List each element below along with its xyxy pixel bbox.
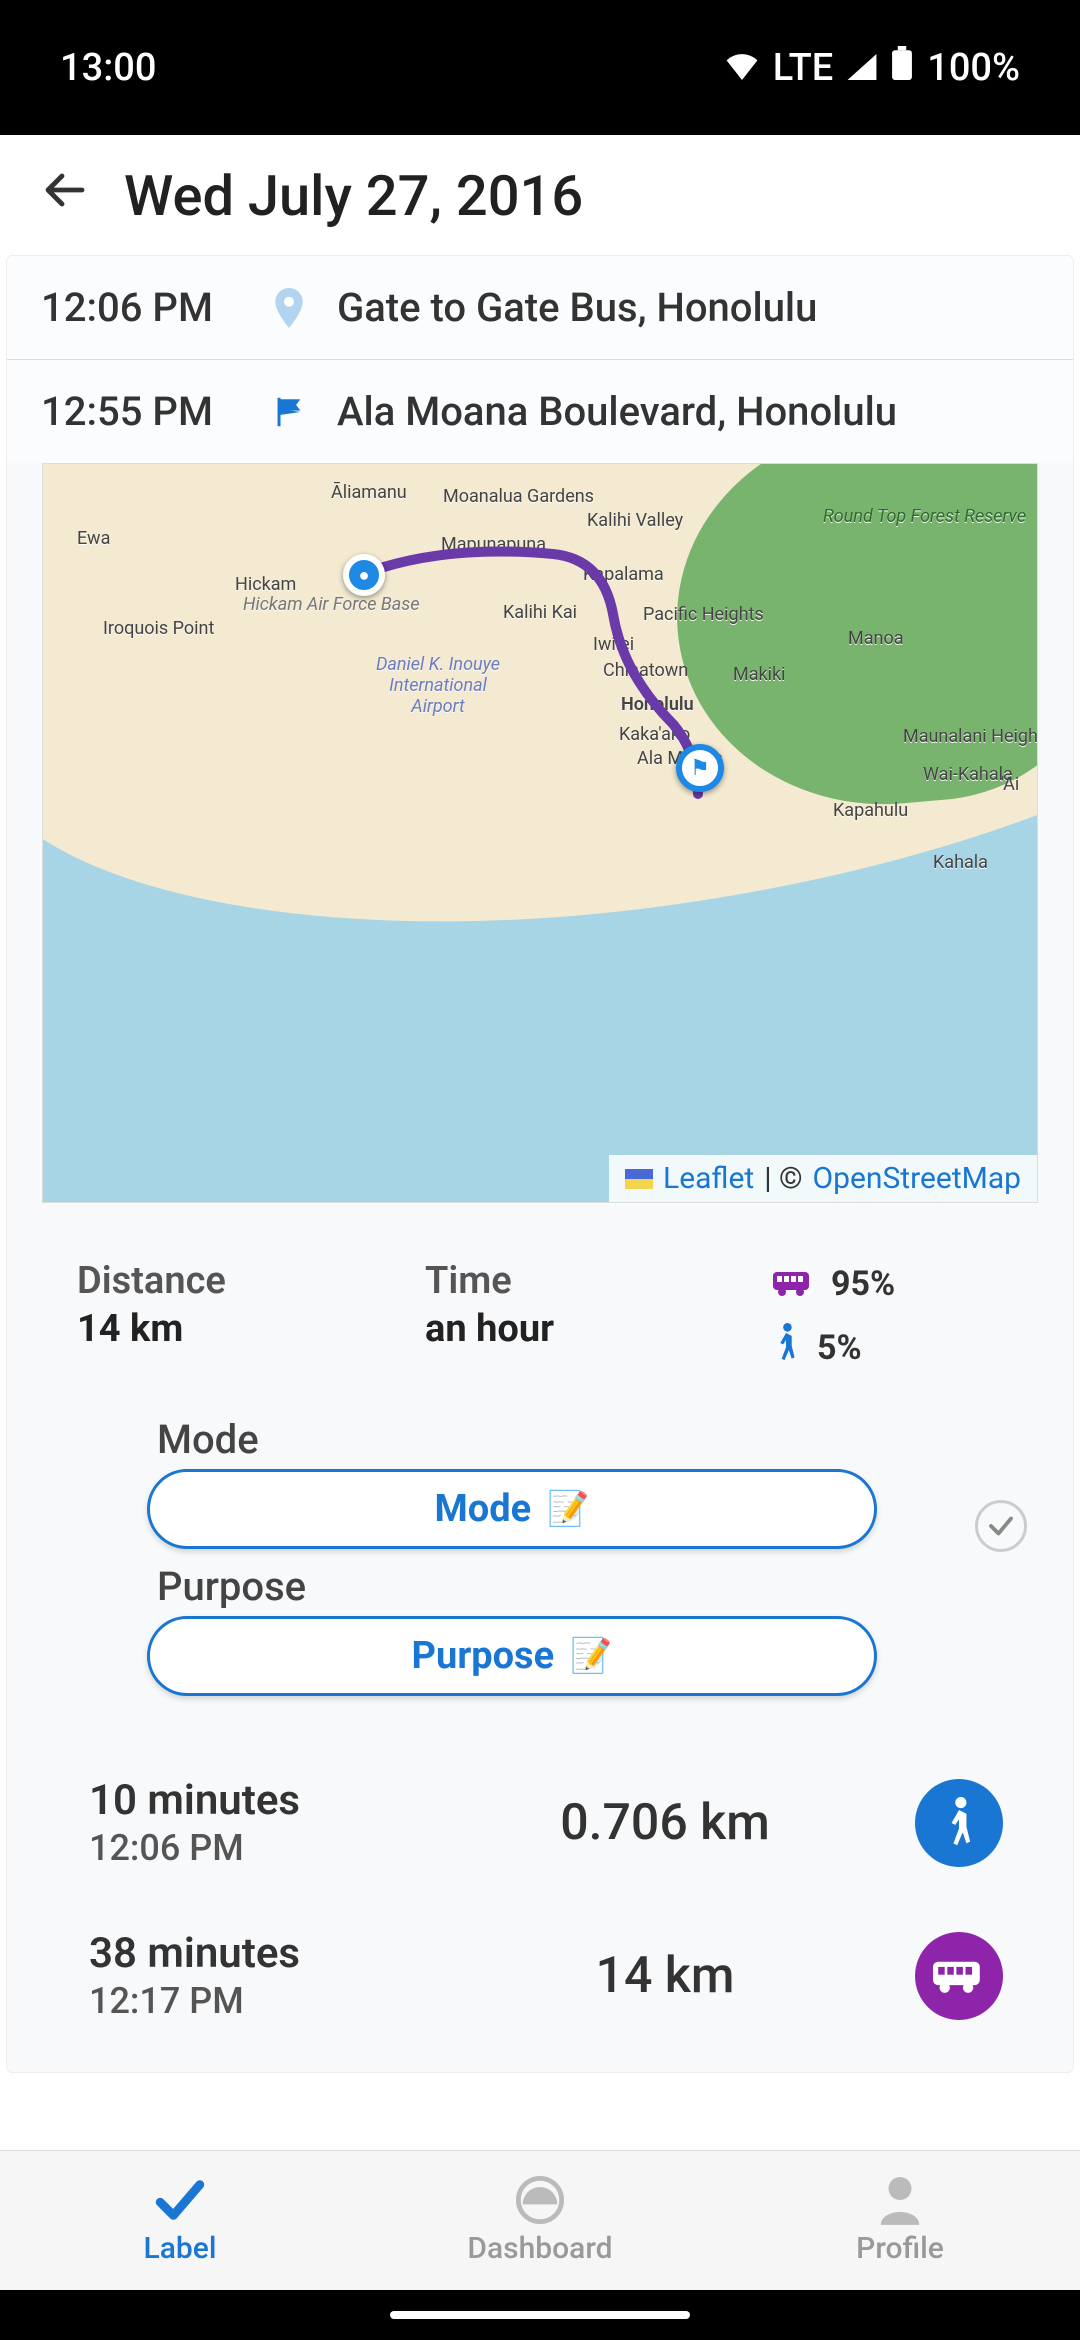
- mode-button-text: Mode: [435, 1487, 532, 1531]
- tab-label[interactable]: Label: [0, 2151, 360, 2290]
- leg-distance: 0.706 km: [560, 1794, 770, 1852]
- tab-profile-text: Profile: [856, 2231, 944, 2266]
- wifi-icon: [725, 46, 759, 90]
- place-kahala: Kahala: [933, 852, 988, 873]
- distance-label: Distance: [77, 1259, 405, 1303]
- walk-icon: [773, 1323, 799, 1372]
- distance-metric: Distance 14 km: [77, 1259, 405, 1372]
- place-aina: 'Āi: [1001, 774, 1019, 795]
- check-icon: [153, 2175, 207, 2225]
- label-section: Mode Mode 📝 Purpose Purpose 📝: [7, 1392, 1073, 1706]
- status-bar: 13:00 LTE 100%: [0, 0, 1080, 135]
- page-title: Wed July 27, 2016: [124, 163, 583, 229]
- mode-percentages: 95% 5%: [773, 1259, 1003, 1372]
- back-arrow-icon[interactable]: [40, 166, 88, 226]
- time-label: Time: [425, 1259, 753, 1303]
- leg-duration: 38 minutes: [89, 1929, 419, 1978]
- bus-pct-row: 95%: [773, 1263, 895, 1305]
- place-iroquois: Iroquois Point: [103, 618, 214, 639]
- start-pin-icon: [271, 288, 307, 328]
- place-aliamanu: Āliamanu: [331, 482, 407, 503]
- time-metric: Time an hour: [425, 1259, 753, 1372]
- time-value: an hour: [425, 1307, 753, 1351]
- purpose-button[interactable]: Purpose 📝: [147, 1616, 877, 1696]
- pencil-icon: 📝: [570, 1636, 612, 1676]
- map-start-marker-icon[interactable]: [343, 554, 385, 596]
- trip-start-row: 12:06 PM Gate to Gate Bus, Honolulu: [7, 256, 1073, 360]
- tab-dashboard[interactable]: Dashboard: [360, 2151, 720, 2290]
- end-flag-icon: [271, 395, 307, 429]
- distance-value: 14 km: [77, 1307, 405, 1351]
- gauge-icon: [514, 2175, 566, 2225]
- end-place: Ala Moana Boulevard, Honolulu: [337, 388, 897, 435]
- leg-row[interactable]: 10 minutes 12:06 PM 0.706 km: [7, 1746, 1073, 1899]
- ukraine-flag-icon: [625, 1169, 653, 1189]
- tab-profile[interactable]: Profile: [720, 2151, 1080, 2290]
- map[interactable]: Āliamanu Moanalua Gardens Kalihi Valley …: [42, 463, 1038, 1203]
- walk-pct: 5%: [817, 1328, 862, 1368]
- place-waikahala: Wai-Kahala: [923, 764, 1013, 785]
- header: Wed July 27, 2016: [0, 135, 1080, 255]
- metrics-row: Distance 14 km Time an hour 95% 5%: [7, 1207, 1073, 1392]
- purpose-button-text: Purpose: [412, 1634, 555, 1678]
- bus-pct: 95%: [831, 1264, 895, 1304]
- bus-badge-icon: [915, 1932, 1003, 2020]
- bus-icon: [773, 1263, 813, 1305]
- status-right: LTE 100%: [725, 46, 1020, 90]
- verify-check-icon[interactable]: [975, 1500, 1027, 1552]
- signal-icon: [847, 46, 877, 90]
- status-time: 13:00: [60, 46, 156, 90]
- start-place: Gate to Gate Bus, Honolulu: [337, 284, 817, 331]
- bottom-tabs: Label Dashboard Profile: [0, 2150, 1080, 2290]
- map-route: [243, 504, 863, 784]
- map-end-marker-icon[interactable]: ⚑: [676, 744, 724, 792]
- place-ewa: Ewa: [77, 528, 110, 549]
- map-attribution: Leaflet | © OpenStreetMap: [609, 1155, 1037, 1202]
- trip-card: 12:06 PM Gate to Gate Bus, Honolulu 12:5…: [6, 255, 1074, 2073]
- purpose-field-label: Purpose: [157, 1563, 983, 1610]
- battery-icon: [891, 46, 913, 90]
- osm-link[interactable]: OpenStreetMap: [813, 1161, 1021, 1196]
- place-maunalani: Maunalani Heights: [903, 726, 1038, 747]
- leg-distance: 14 km: [596, 1947, 735, 2005]
- battery-pct: 100%: [927, 46, 1020, 90]
- leg-row[interactable]: 38 minutes 12:17 PM 14 km: [7, 1899, 1073, 2052]
- tab-dashboard-text: Dashboard: [467, 2231, 612, 2266]
- android-nav-bar: [0, 2290, 1080, 2340]
- mode-field-label: Mode: [157, 1416, 983, 1463]
- walk-pct-row: 5%: [773, 1323, 862, 1372]
- place-kapahulu: Kapahulu: [833, 800, 908, 821]
- walk-badge-icon: [915, 1779, 1003, 1867]
- leg-duration: 10 minutes: [89, 1776, 419, 1825]
- trip-end-row: 12:55 PM Ala Moana Boulevard, Honolulu: [7, 360, 1073, 463]
- leg-start-time: 12:06 PM: [89, 1827, 419, 1869]
- tab-label-text: Label: [144, 2231, 217, 2266]
- pencil-icon: 📝: [547, 1489, 589, 1529]
- leg-start-time: 12:17 PM: [89, 1980, 419, 2022]
- network-type: LTE: [773, 46, 834, 90]
- profile-icon: [877, 2175, 923, 2225]
- start-time: 12:06 PM: [41, 284, 241, 331]
- mode-button[interactable]: Mode 📝: [147, 1469, 877, 1549]
- leaflet-link[interactable]: Leaflet: [663, 1161, 754, 1196]
- attr-separator: | ©: [764, 1161, 802, 1196]
- nav-pill-icon[interactable]: [390, 2311, 690, 2319]
- end-time: 12:55 PM: [41, 388, 241, 435]
